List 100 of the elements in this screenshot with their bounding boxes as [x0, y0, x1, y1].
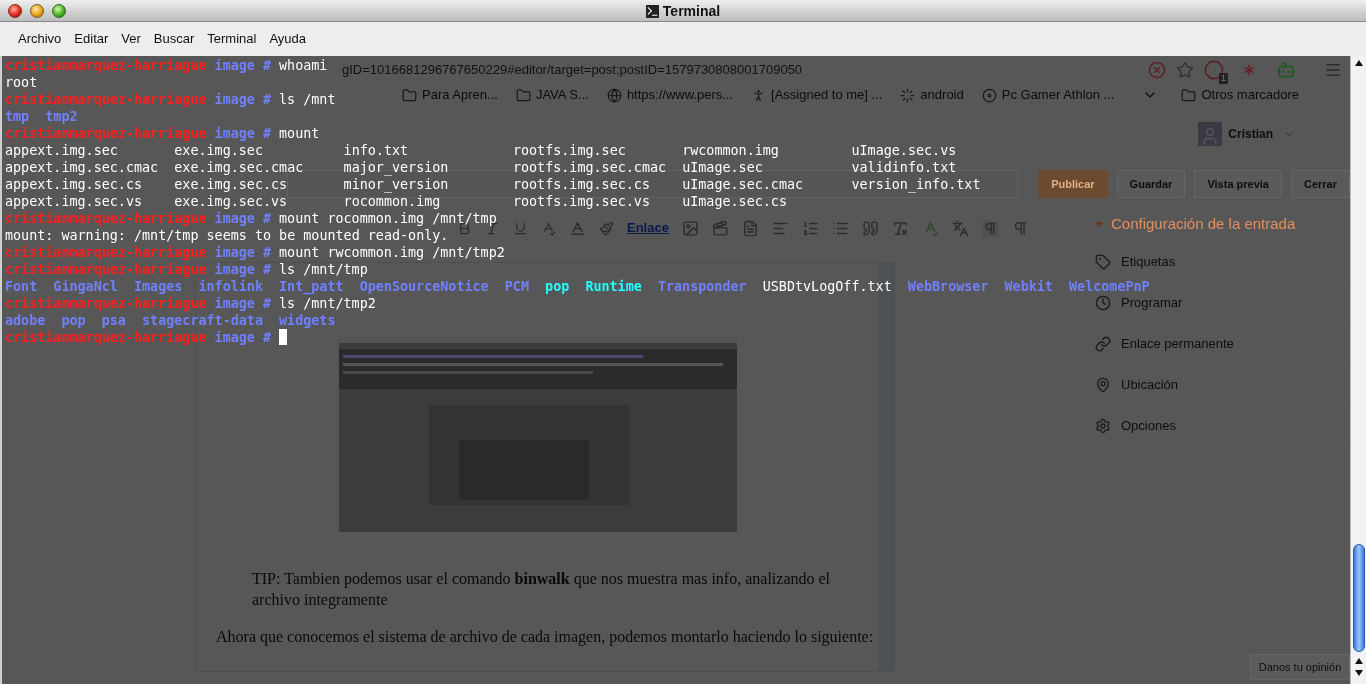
bookmark-item[interactable]: [Assigned to me] ... — [751, 85, 883, 105]
prompt-symbol: # — [262, 210, 271, 227]
prompt-directory: image — [214, 91, 255, 108]
command-text: whoami — [279, 57, 328, 74]
bookmark-item[interactable]: https://www.pers... — [606, 85, 734, 105]
tag-icon — [1095, 254, 1111, 270]
prompt-user: cristianmarquez-harriague — [5, 125, 207, 142]
file-entry: rootfs.img.sec — [512, 143, 626, 158]
file-entry: adobe — [5, 312, 46, 329]
numbered-list-icon[interactable] — [801, 219, 819, 237]
spellcheck-icon[interactable] — [541, 220, 556, 236]
close-circle-icon[interactable] — [1148, 61, 1166, 79]
avatar-icon[interactable] — [1198, 122, 1223, 146]
file-entry: Int_patt — [279, 278, 344, 295]
paragraph: TIP: Tambien podemos usar el comando binwalk que nos muestra mas info, analizando el archivo integramente — [252, 569, 832, 610]
file-entry: rootfs.img.sec.cs — [512, 177, 650, 192]
feedback-tab[interactable]: Danos tu opinión — [1250, 654, 1350, 680]
menu-item[interactable]: Ayuda — [269, 29, 307, 49]
file-entry: appext.img.sec.vs — [5, 194, 143, 209]
collapse-arrow-icon[interactable] — [1095, 221, 1103, 227]
command-text: mount rwcommon.img /mnt/tmp2 — [279, 244, 505, 261]
file-entry: minor_version — [343, 177, 449, 192]
file-entry: uImage.sec.vs — [851, 143, 957, 158]
underline-icon[interactable] — [513, 220, 528, 236]
scroll-up-icon[interactable] — [1354, 658, 1363, 664]
prompt-user: cristianmarquez-harriague — [5, 91, 207, 108]
prompt-symbol: # — [262, 329, 271, 346]
prompt-symbol: # — [262, 125, 271, 142]
window-title: Terminal — [662, 1, 721, 21]
sidebar-item[interactable]: Opciones — [1121, 416, 1176, 436]
menu-item[interactable]: Ver — [121, 29, 141, 49]
scroll-up-icon[interactable] — [1354, 60, 1363, 66]
menu-item[interactable]: Archivo — [18, 29, 62, 49]
pilcrow-icon[interactable] — [981, 219, 999, 237]
menu-item[interactable]: Terminal — [207, 29, 257, 49]
maximize-button[interactable] — [52, 3, 66, 18]
file-entry: infolink — [198, 278, 263, 295]
language-icon[interactable] — [951, 219, 969, 237]
settings-icon — [1095, 418, 1111, 434]
folder-icon — [515, 87, 531, 103]
sidebar-item[interactable]: Programar — [1121, 293, 1183, 313]
robot-icon[interactable] — [1276, 60, 1296, 80]
editor-button[interactable]: Cerrar — [1290, 170, 1350, 198]
link-button[interactable]: Enlace — [627, 218, 669, 238]
star-icon[interactable] — [1176, 61, 1194, 79]
menu-item[interactable]: Editar — [74, 29, 109, 49]
close-button[interactable] — [8, 3, 22, 18]
clock-icon — [1095, 295, 1111, 311]
sidebar-item[interactable]: Ubicación — [1121, 375, 1179, 395]
file-entry: appext.img.sec.cs — [5, 177, 143, 192]
file-entry: tmp2 — [45, 108, 78, 125]
prompt-user: cristianmarquez-harriague — [5, 261, 207, 278]
editor-button[interactable]: Publicar — [1038, 170, 1108, 198]
output-text: mount: warning: /mnt/tmp seems to be mounted read-only. — [5, 228, 449, 243]
prompt-directory: image — [214, 295, 255, 312]
text-color-icon[interactable] — [569, 219, 586, 237]
url-text[interactable]: gID=1016681296767650229#editor/target=post;postID=1579730808001709050 — [342, 60, 1148, 80]
prompt-directory: image — [214, 125, 255, 142]
file-entry: stagecraft-data — [142, 312, 263, 329]
file-entry: validinfo.txt — [851, 160, 957, 175]
document-icon[interactable] — [741, 219, 759, 237]
clapperboard-icon[interactable] — [711, 219, 729, 237]
folder-icon — [1181, 87, 1197, 103]
prompt-directory: image — [214, 244, 255, 261]
clear-format-icon[interactable] — [891, 219, 909, 237]
output-text: root — [5, 75, 38, 90]
bookmark-item[interactable]: Para Apren... — [402, 85, 498, 105]
menu-icon[interactable] — [1324, 61, 1342, 79]
editor-button[interactable]: Vista previa — [1194, 170, 1282, 198]
prompt-symbol: # — [262, 261, 271, 278]
bookmark-item[interactable]: Otros marcadore — [1142, 85, 1299, 105]
image-icon[interactable] — [681, 219, 699, 237]
bookmark-item[interactable]: Pc Gamer Athlon ... — [981, 85, 1115, 105]
scroll-down-icon[interactable] — [1354, 670, 1363, 676]
scrollbar-thumb[interactable] — [1352, 544, 1365, 652]
quote-icon[interactable] — [861, 219, 879, 237]
disc-icon — [981, 87, 997, 103]
prompt-directory: image — [214, 57, 255, 74]
extension-badge: 1 — [1219, 73, 1228, 84]
sidebar-item[interactable]: Etiquetas — [1121, 252, 1176, 272]
file-entry: WebBrowser — [907, 278, 989, 295]
prompt-directory: image — [214, 210, 255, 227]
file-entry: exe.img.sec.cmac — [174, 160, 304, 175]
user-name[interactable]: Cristian — [1228, 125, 1273, 143]
bookmark-item[interactable]: android — [900, 85, 964, 105]
file-entry: rootfs.img.sec.vs — [512, 194, 650, 209]
terminal-scrollbar[interactable] — [1350, 56, 1366, 684]
file-entry: info.txt — [343, 143, 409, 158]
file-entry: Runtime — [585, 278, 642, 295]
bookmark-item[interactable]: JAVA S... — [515, 85, 589, 105]
minimize-button[interactable] — [30, 3, 44, 18]
menu-item[interactable]: Buscar — [153, 29, 195, 49]
sidebar-title[interactable]: Configuración de la entrada — [1111, 212, 1296, 236]
file-entry: exe.img.sec.vs — [174, 194, 288, 209]
terminal-icon — [645, 4, 659, 18]
brush-icon[interactable] — [599, 220, 614, 236]
globe-icon — [606, 87, 622, 103]
editor-button[interactable]: Guardar — [1116, 170, 1186, 198]
sidebar-item[interactable]: Enlace permanente — [1121, 334, 1234, 354]
file-entry: PCM — [504, 278, 529, 295]
